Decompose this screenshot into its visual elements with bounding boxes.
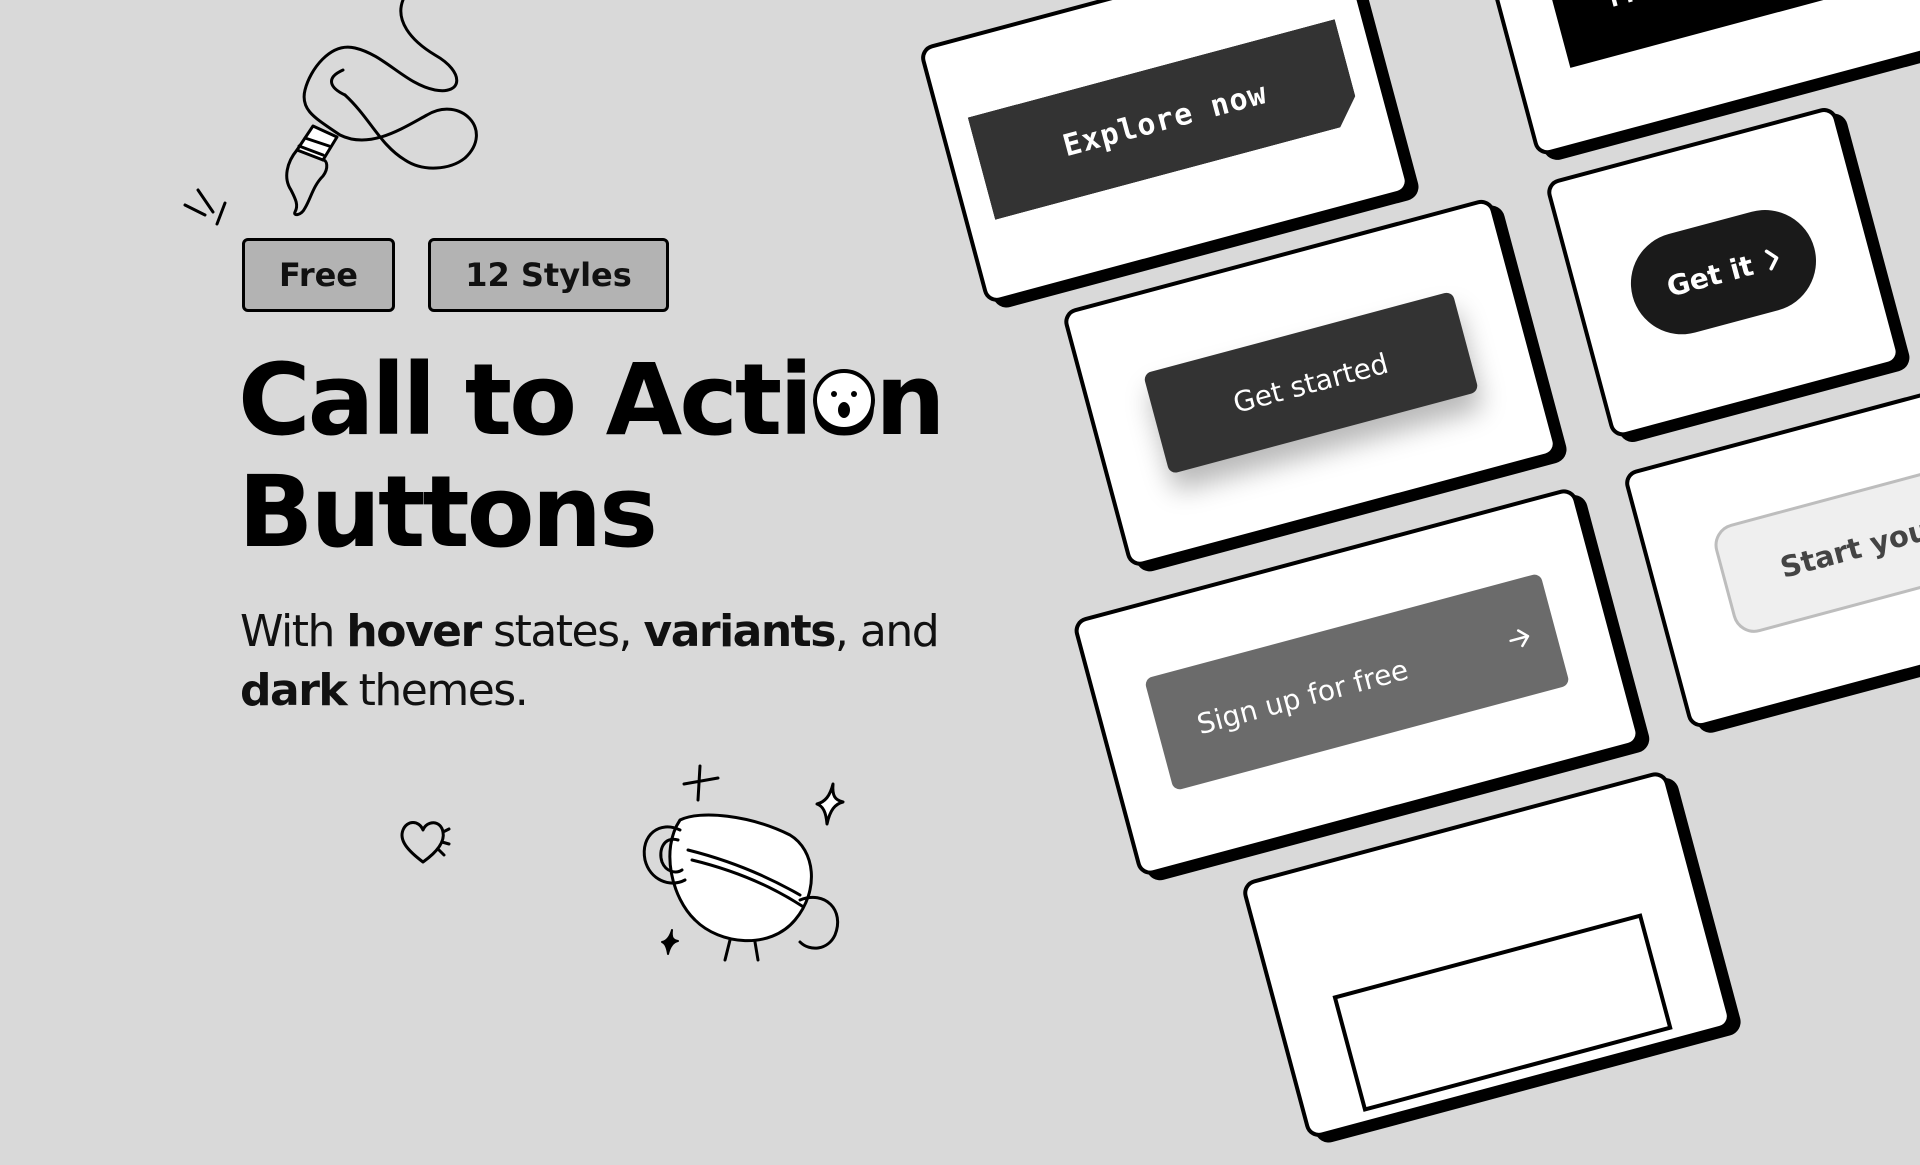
styles-count-tag: 12 Styles [428, 238, 669, 312]
get-started-button[interactable]: Get started [1142, 291, 1479, 475]
sparkle-icon [815, 782, 845, 826]
pointing-hand-icon [183, 0, 478, 226]
subhead-bold-dark: dark [240, 665, 348, 716]
card-try: TRY IT FOR FREE [1468, 0, 1920, 158]
get-it-button[interactable]: Get it [1619, 198, 1828, 346]
subhead-text: themes. [346, 665, 529, 716]
free-tag: Free [242, 238, 395, 312]
heart-icon [400, 821, 451, 864]
partial-button-outline [1332, 913, 1673, 1112]
sign-up-for-free-button[interactable]: Sign up for free [1144, 572, 1571, 792]
get-it-label: Get it [1663, 248, 1757, 304]
subhead-bold-hover: hover [346, 606, 482, 657]
subhead-bold-variants: variants [643, 606, 837, 657]
title-line-2: Buttons [238, 455, 658, 570]
subhead-text: With [240, 606, 347, 657]
chevron-right-icon [1764, 249, 1779, 271]
subhead-text: states, [480, 606, 644, 657]
subhead: With hover states, variants, and dark th… [240, 602, 1000, 720]
button-showcase: Explore now TRY IT FOR FREE Get started … [918, 0, 1920, 1141]
sparkle-icon [661, 929, 679, 955]
start-your-button[interactable]: Start your [1709, 444, 1920, 638]
subhead-text: , and [834, 606, 940, 657]
emoji-face-icon [813, 369, 875, 431]
sparkle-icon [682, 764, 720, 802]
explore-now-button[interactable]: Explore now [968, 19, 1362, 220]
try-it-for-free-button[interactable]: TRY IT FOR FREE [1541, 0, 1920, 68]
sign-up-label: Sign up for free [1193, 652, 1412, 741]
card-get-it: Get it [1544, 104, 1903, 440]
arrow-right-icon [1509, 629, 1530, 648]
